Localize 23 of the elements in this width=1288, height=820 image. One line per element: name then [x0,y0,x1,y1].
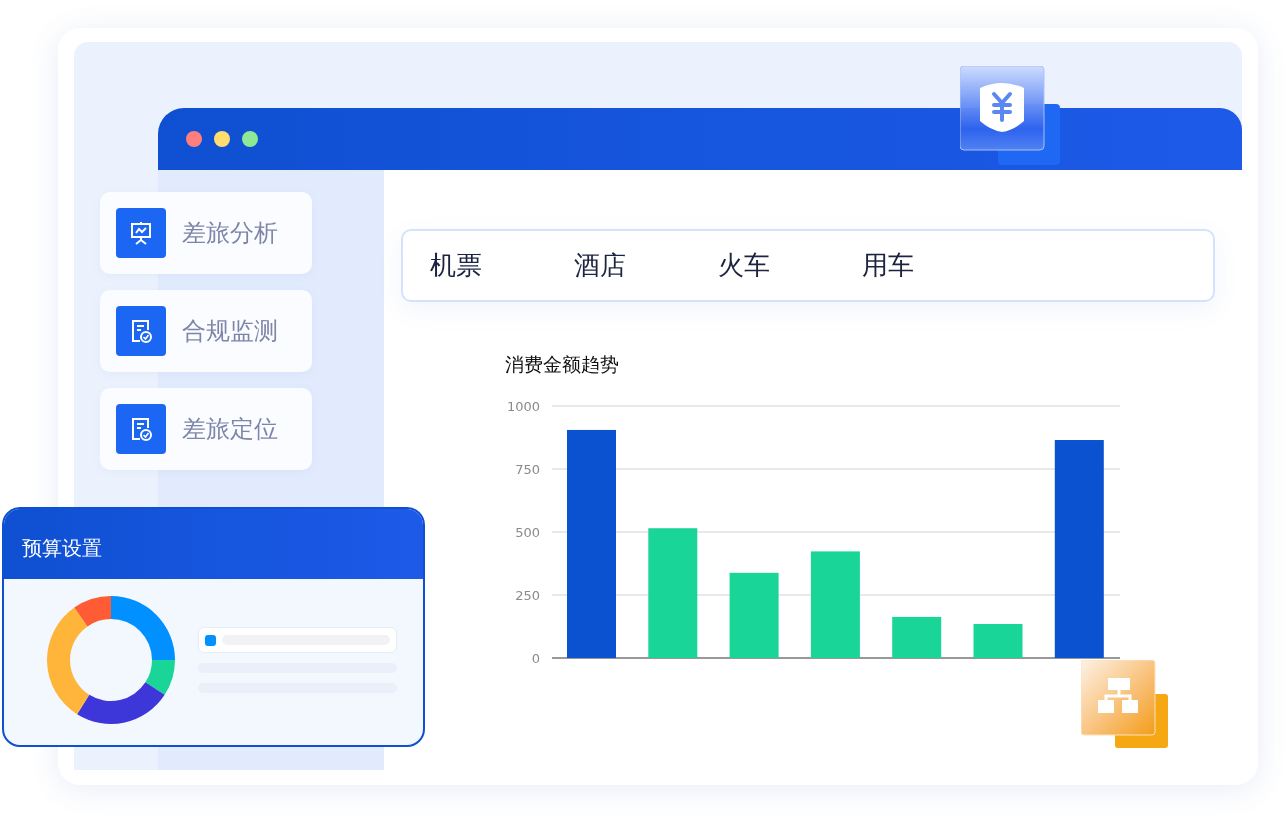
tab[interactable]: 用车 [862,250,914,280]
sidebar-item-label: 合规监测 [182,316,278,347]
close-dot-icon[interactable] [186,131,202,147]
y-axis-label: 1000 [506,398,540,414]
org-chart-icon [1081,660,1169,749]
presentation-chart-icon [128,220,154,246]
legend-swatch-icon [205,634,216,646]
y-axis-label: 750 [515,461,540,477]
sidebar-item-label: 差旅定位 [182,414,278,445]
bar [892,616,942,658]
maximize-dot-icon[interactable] [242,131,258,147]
tab[interactable]: 火车 [718,250,770,280]
y-axis-label: 500 [515,524,540,540]
tab[interactable]: 机票 [430,250,482,280]
tab[interactable]: 酒店 [574,250,626,280]
minimize-dot-icon[interactable] [214,131,230,147]
bar [973,623,1023,658]
budget-card-title: 预算设置 [4,509,423,579]
sidebar-item-label: 差旅分析 [182,218,278,249]
chart-title: 消费金额趋势 [505,352,620,377]
shield-yen-icon [960,66,1061,166]
y-axis-label: 0 [531,650,540,666]
y-axis-label: 250 [515,587,540,603]
